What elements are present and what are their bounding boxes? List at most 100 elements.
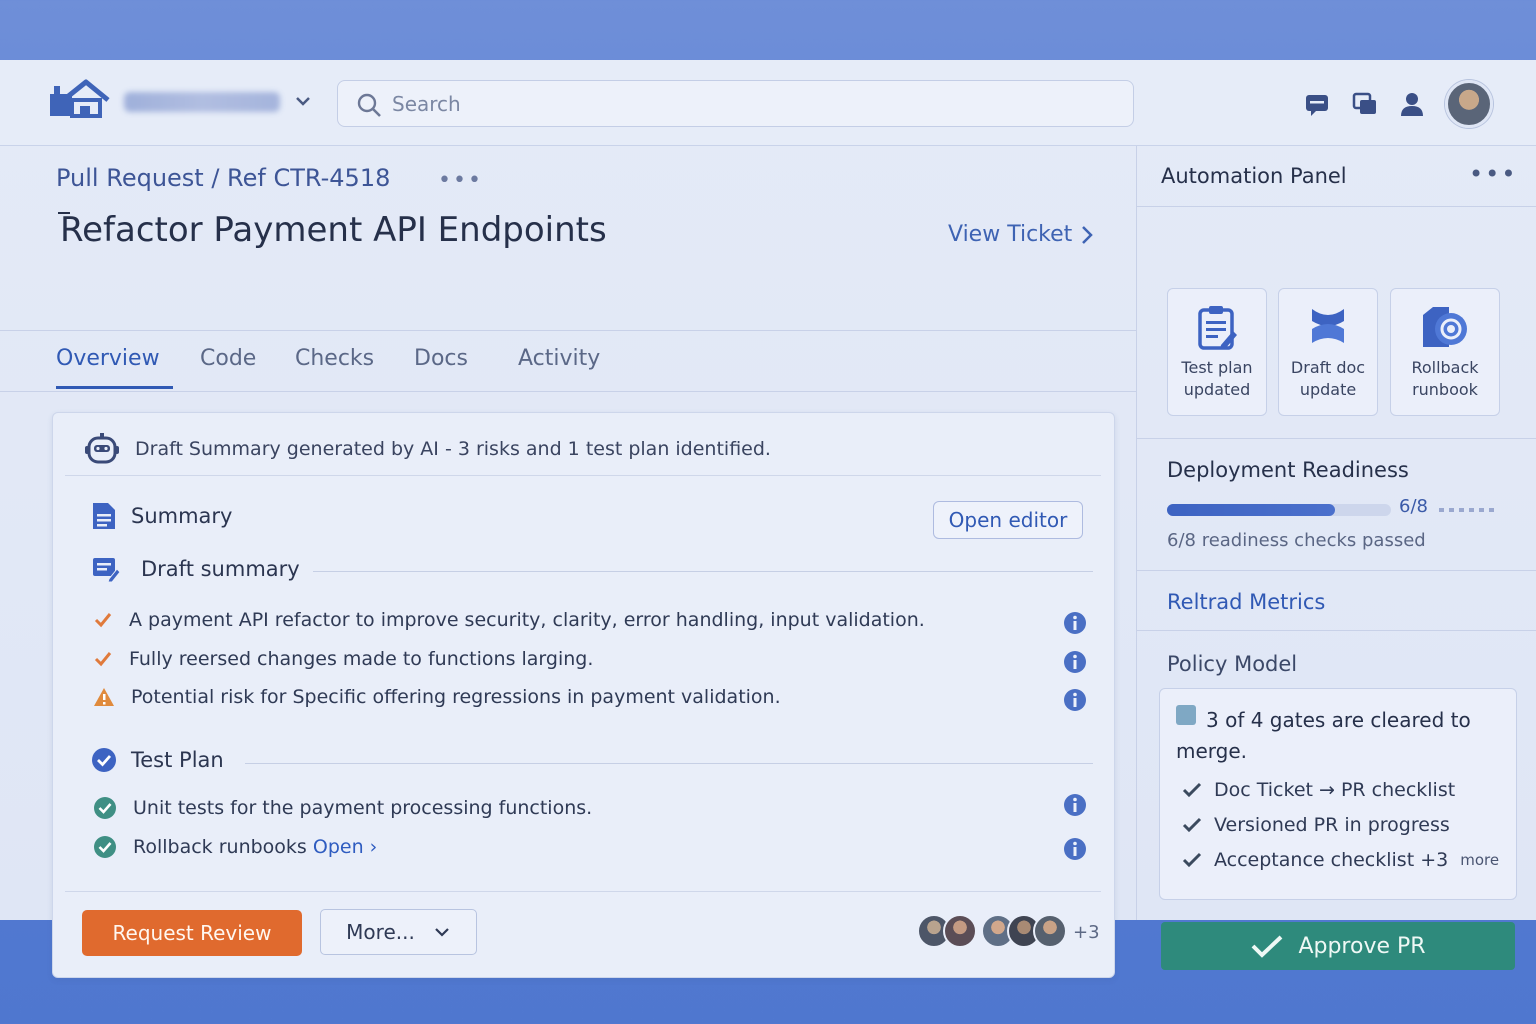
avatars-more-count[interactable]: +3 xyxy=(1073,922,1100,943)
tab-activity[interactable]: Activity xyxy=(518,346,600,371)
policy-item-text: Versioned PR in progress xyxy=(1214,814,1450,836)
divider xyxy=(245,763,1093,764)
more-options-icon[interactable]: ••• xyxy=(438,168,483,193)
search-input[interactable] xyxy=(392,87,1112,121)
check-circle-icon xyxy=(92,748,116,772)
chevron-down-icon[interactable] xyxy=(292,90,314,112)
more-options-icon[interactable]: ••• xyxy=(1469,160,1517,188)
list-item: Rollback runbooks Open › xyxy=(93,835,377,859)
ai-notice-text: Draft Summary generated by AI - 3 risks … xyxy=(135,438,771,460)
readiness-progress-fill xyxy=(1167,504,1335,516)
check-icon xyxy=(1182,817,1202,833)
automation-rollback-runbook[interactable]: Rollback runbook xyxy=(1390,288,1500,416)
request-review-button[interactable]: Request Review xyxy=(82,910,302,956)
edit-note-icon xyxy=(93,558,121,583)
doc-update-icon xyxy=(1312,309,1344,343)
user-icon[interactable] xyxy=(1398,90,1426,118)
list-item: Potential risk for Specific offering reg… xyxy=(93,686,781,708)
warning-icon xyxy=(94,688,114,706)
list-item: A payment API refactor to improve securi… xyxy=(93,609,925,631)
divider xyxy=(65,475,1101,476)
automation-label: updated xyxy=(1183,380,1251,399)
ai-notice: Draft Summary generated by AI - 3 risks … xyxy=(83,431,771,467)
draft-item-text: Potential risk for Specific offering reg… xyxy=(131,686,781,708)
app-window: Pull Request / Ref CTR-4518 ••• Refactor… xyxy=(0,60,1536,978)
policy-item-text: Acceptance checklist +3 xyxy=(1214,849,1449,871)
test-item-text: Unit tests for the payment processing fu… xyxy=(133,797,593,819)
approve-pr-button[interactable]: Approve PR xyxy=(1161,922,1515,970)
divider xyxy=(1137,206,1536,207)
rollback-icon xyxy=(1423,307,1467,347)
approve-label: Approve PR xyxy=(1298,933,1426,959)
more-dropdown-button[interactable]: More... xyxy=(320,909,477,955)
policy-head: 3 of 4 gates are cleared to merge. xyxy=(1176,708,1471,763)
readiness-subtitle: 6/8 readiness checks passed xyxy=(1167,530,1426,551)
open-runbooks-link[interactable]: Open › xyxy=(313,836,377,858)
draft-summary-header: Draft summary xyxy=(91,555,300,583)
divider xyxy=(1137,630,1536,631)
draft-item-text: Fully reersed changes made to functions … xyxy=(129,648,594,670)
test-item-text: Rollback runbooks Open › xyxy=(133,836,377,858)
search-icon xyxy=(357,93,381,117)
policy-item: Doc Ticket → PR checklist xyxy=(1182,779,1455,801)
automation-label: update xyxy=(1299,380,1357,399)
chevron-right-icon xyxy=(1082,225,1094,244)
readiness-value: 6/8 xyxy=(1399,496,1428,517)
view-ticket-label: View Ticket xyxy=(948,222,1073,247)
clipboard-icon xyxy=(1198,306,1237,350)
search-bar[interactable] xyxy=(337,80,1134,127)
summary-card: Draft Summary generated by AI - 3 risks … xyxy=(52,412,1115,978)
automation-label: Draft doc xyxy=(1290,358,1366,377)
chat-icon[interactable] xyxy=(1303,90,1331,118)
top-bar xyxy=(0,60,1536,146)
info-icon[interactable] xyxy=(1063,793,1087,817)
rollback-runbooks-label: Rollback runbooks xyxy=(133,836,307,858)
info-icon[interactable] xyxy=(1063,650,1087,674)
tab-docs[interactable]: Docs xyxy=(414,346,468,371)
automation-draft-doc[interactable]: Draft doc update xyxy=(1278,288,1378,416)
policy-item: Versioned PR in progress xyxy=(1182,814,1450,836)
info-icon[interactable] xyxy=(1063,837,1087,861)
check-icon xyxy=(94,613,112,628)
tab-code[interactable]: Code xyxy=(200,346,256,371)
home-logo-icon[interactable] xyxy=(46,76,112,120)
workspace-name-blurred[interactable] xyxy=(124,92,280,112)
user-avatar[interactable] xyxy=(1445,80,1493,128)
info-icon[interactable] xyxy=(1063,688,1087,712)
breadcrumb[interactable]: Pull Request / Ref CTR-4518 xyxy=(56,164,390,192)
tab-overview[interactable]: Overview xyxy=(56,346,160,371)
automation-test-plan[interactable]: Test plan updated xyxy=(1167,288,1267,416)
active-tab-indicator xyxy=(56,386,173,389)
automation-label: Rollback xyxy=(1411,358,1479,377)
automation-label: runbook xyxy=(1412,380,1478,399)
check-circle-icon xyxy=(94,797,116,819)
divider xyxy=(0,391,1136,392)
check-icon xyxy=(94,652,112,667)
check-icon xyxy=(1182,782,1202,798)
info-icon[interactable] xyxy=(1063,611,1087,635)
avatar[interactable] xyxy=(943,914,977,948)
check-icon xyxy=(1252,935,1283,958)
list-item: Unit tests for the payment processing fu… xyxy=(93,796,592,820)
test-plan-header: Test Plan xyxy=(91,747,224,773)
check-circle-icon xyxy=(94,836,116,858)
view-ticket-link[interactable]: View Ticket xyxy=(948,222,1094,247)
summary-title: Summary xyxy=(131,504,233,528)
copy-windows-icon[interactable] xyxy=(1351,90,1379,118)
chevron-down-icon xyxy=(435,928,449,937)
check-icon xyxy=(1182,852,1202,868)
summary-header: Summary xyxy=(91,501,232,531)
more-link[interactable]: more xyxy=(1460,851,1499,869)
open-editor-button[interactable]: Open editor xyxy=(933,501,1083,539)
policy-model-title: Policy Model xyxy=(1167,652,1298,676)
tab-checks[interactable]: Checks xyxy=(295,346,374,371)
draft-item-text: A payment API refactor to improve securi… xyxy=(129,609,925,631)
policy-card: 3 of 4 gates are cleared to merge. Doc T… xyxy=(1159,688,1517,900)
metrics-link[interactable]: Reltrad Metrics xyxy=(1167,590,1325,614)
divider xyxy=(0,330,1136,331)
deployment-readiness-title: Deployment Readiness xyxy=(1167,458,1409,482)
pr-main: Pull Request / Ref CTR-4518 ••• Refactor… xyxy=(0,146,1136,978)
panel-title: Automation Panel xyxy=(1161,164,1347,188)
avatar[interactable] xyxy=(1033,914,1067,948)
draft-summary-title: Draft summary xyxy=(141,557,300,581)
